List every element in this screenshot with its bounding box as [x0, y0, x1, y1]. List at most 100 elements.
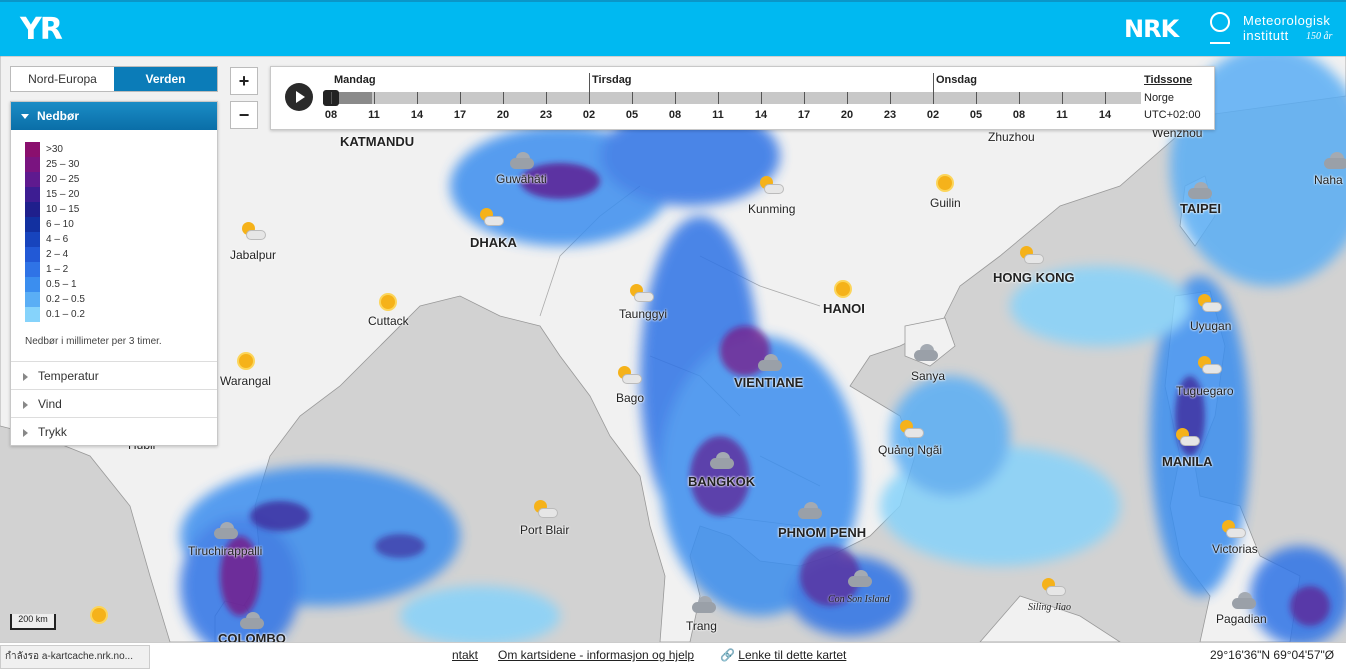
timeline-hour-label[interactable]: 23 [534, 109, 558, 121]
zoom-in-button[interactable]: + [230, 67, 258, 95]
city-label[interactable]: BANGKOK [688, 474, 755, 489]
city-label[interactable]: Warangal [220, 374, 271, 388]
cloud-icon[interactable] [796, 502, 824, 524]
legend-swatch [25, 307, 40, 322]
timeline-hour-label[interactable]: 11 [362, 109, 386, 121]
cloud-icon[interactable] [708, 452, 736, 474]
partly-sunny-icon[interactable] [1220, 520, 1248, 542]
timeline-hour-label[interactable]: 02 [577, 109, 601, 121]
city-label[interactable]: Taunggyi [619, 307, 667, 321]
timeline-hour-label[interactable]: 20 [491, 109, 515, 121]
timeline-hour-label[interactable]: 08 [663, 109, 687, 121]
city-label[interactable]: MANILA [1162, 454, 1213, 469]
timeline-hour-label[interactable]: 23 [878, 109, 902, 121]
yr-logo[interactable]: YR [20, 12, 63, 47]
play-button[interactable] [285, 83, 313, 111]
partly-sunny-icon[interactable] [1196, 294, 1224, 316]
city-label[interactable]: Pagadian [1216, 612, 1267, 626]
partly-sunny-icon[interactable] [478, 208, 506, 230]
city-label[interactable]: Guwāhāti [496, 172, 547, 186]
city-label[interactable]: PHNOM PENH [778, 525, 866, 540]
zoom-out-button[interactable]: − [230, 101, 258, 129]
layer-item-trykk[interactable]: Trykk [11, 417, 217, 445]
met-institute-logo[interactable]: Meteorologisk institutt 150 år [1208, 10, 1338, 50]
cloud-icon[interactable] [690, 596, 718, 618]
timeline-hour-label[interactable]: 08 [1007, 109, 1031, 121]
timeline-hour-label[interactable]: 05 [964, 109, 988, 121]
partly-sunny-icon[interactable] [616, 366, 644, 388]
tab-nord-europa[interactable]: Nord-Europa [11, 67, 114, 91]
partly-sunny-icon[interactable] [758, 176, 786, 198]
city-label[interactable]: Sanya [911, 369, 945, 383]
city-label[interactable]: DHAKA [470, 235, 517, 250]
city-label[interactable]: Trang [686, 619, 717, 633]
region-tabs: Nord-Europa Verden [10, 66, 218, 92]
city-label[interactable]: KATMANDU [340, 134, 414, 149]
partly-sunny-icon[interactable] [628, 284, 656, 306]
city-label[interactable]: HONG KONG [993, 270, 1075, 285]
timeline-hour-label[interactable]: 14 [749, 109, 773, 121]
city-label[interactable]: Zhuzhou [988, 130, 1035, 144]
cloud-icon[interactable] [212, 522, 240, 544]
island-label[interactable]: Siling Jiao [1028, 602, 1071, 613]
partly-sunny-icon[interactable] [1040, 578, 1068, 600]
timeline-hour-label[interactable]: 17 [792, 109, 816, 121]
city-label[interactable]: VIENTIANE [734, 375, 803, 390]
layer-item-temperatur[interactable]: Temperatur [11, 361, 217, 389]
timeline-hour-label[interactable]: 02 [921, 109, 945, 121]
link-icon: 🔗 [720, 648, 739, 662]
city-label[interactable]: Cuttack [368, 314, 409, 328]
city-label[interactable]: Tiruchirappalli [188, 544, 262, 558]
timeline-hour-label[interactable]: 11 [1050, 109, 1074, 121]
partly-sunny-icon[interactable] [532, 500, 560, 522]
tab-verden[interactable]: Verden [114, 67, 217, 91]
city-label[interactable]: Quảng Ngãi [878, 443, 942, 457]
partly-sunny-icon[interactable] [1018, 246, 1046, 268]
timeline-hour-label[interactable]: 20 [835, 109, 859, 121]
scale-bar: 200 km [10, 614, 56, 630]
layer-item-vind[interactable]: Vind [11, 389, 217, 417]
cloud-icon[interactable] [508, 152, 536, 174]
timeline-hour-label[interactable]: 11 [706, 109, 730, 121]
cloud-icon[interactable] [846, 570, 874, 592]
timeline-hour-label[interactable]: 14 [1093, 109, 1117, 121]
timeline-tick [675, 92, 676, 104]
layer-header-nedbor[interactable]: Nedbør [11, 102, 217, 130]
cloud-icon[interactable] [912, 344, 940, 366]
city-label[interactable]: Uyugan [1190, 319, 1231, 333]
cloud-icon[interactable] [1230, 592, 1258, 614]
city-label[interactable]: Kunming [748, 202, 795, 216]
city-label[interactable]: Jabalpur [230, 248, 276, 262]
island-label[interactable]: Con Son Island [828, 594, 890, 605]
timeline-hour-label[interactable]: 08 [319, 109, 343, 121]
partly-sunny-icon[interactable] [1174, 428, 1202, 450]
city-label[interactable]: TAIPEI [1180, 201, 1221, 216]
legend-swatch [25, 202, 40, 217]
legend-label: 6 – 10 [46, 219, 74, 230]
timeline-hour-label[interactable]: 17 [448, 109, 472, 121]
timeline-hour-label[interactable]: 14 [405, 109, 429, 121]
sun-icon[interactable] [932, 174, 960, 196]
city-label[interactable]: Tuguegaro [1176, 384, 1234, 398]
city-label[interactable]: Naha [1314, 173, 1343, 187]
cloud-icon[interactable] [756, 354, 784, 376]
sun-icon[interactable] [375, 293, 403, 315]
city-label[interactable]: Victorias [1212, 542, 1258, 556]
timeline-hour-label[interactable]: 05 [620, 109, 644, 121]
nrk-logo[interactable]: NRK [1124, 15, 1179, 43]
city-label[interactable]: Bago [616, 391, 644, 405]
city-label[interactable]: HANOI [823, 301, 865, 316]
about-link[interactable]: Om kartsidene - informasjon og hjelp [498, 648, 694, 662]
sun-icon[interactable] [233, 352, 261, 374]
sun-icon[interactable] [830, 280, 858, 302]
map-link[interactable]: 🔗 Lenke til dette kartet [720, 648, 846, 662]
city-label[interactable]: Port Blair [520, 523, 569, 537]
partly-sunny-icon[interactable] [240, 222, 268, 244]
partly-sunny-icon[interactable] [898, 420, 926, 442]
city-label[interactable]: Guilin [930, 196, 961, 210]
sun-icon[interactable] [86, 606, 114, 628]
partly-sunny-icon[interactable] [1196, 356, 1224, 378]
timezone-link[interactable]: Tidssone [1144, 74, 1192, 86]
cloud-icon[interactable] [1322, 152, 1346, 174]
contact-link[interactable]: ntakt [452, 648, 478, 662]
